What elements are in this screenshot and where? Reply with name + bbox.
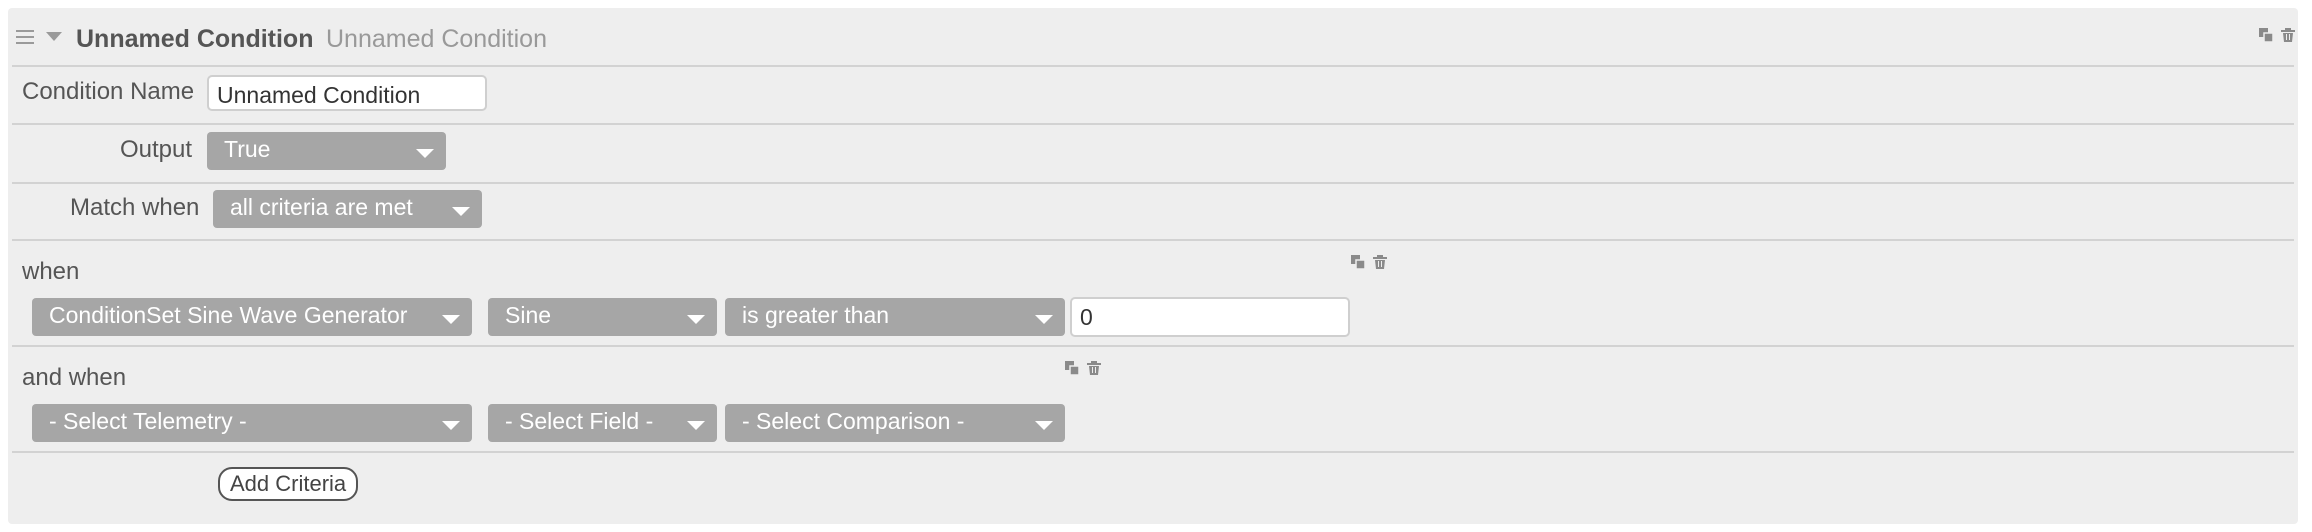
criterion-2-field-select[interactable]: - Select Field - <box>488 404 717 442</box>
duplicate-icon[interactable] <box>1064 360 1080 376</box>
criterion-2-actions <box>1064 360 1102 376</box>
telemetry-select-value: - Select Telemetry - <box>49 408 247 434</box>
output-select[interactable]: True <box>207 132 446 170</box>
comparison-select-value: is greater than <box>742 302 890 328</box>
match-when-select[interactable]: all criteria are met <box>213 190 482 228</box>
chevron-down-icon <box>452 207 470 216</box>
condition-title: Unnamed Condition <box>76 25 314 53</box>
criterion-1-field-select[interactable]: Sine <box>488 298 717 336</box>
output-label: Output <box>120 136 193 163</box>
chevron-down-icon <box>1035 315 1053 324</box>
condition-actions <box>2258 27 2296 43</box>
criterion-2-comparison-select[interactable]: - Select Comparison - <box>725 404 1065 442</box>
match-when-select-value: all criteria are met <box>230 194 413 220</box>
criterion-1-telemetry-select[interactable]: ConditionSet Sine Wave Generator <box>32 298 472 336</box>
collapse-caret-icon[interactable] <box>46 32 62 41</box>
match-when-label: Match when <box>70 194 200 221</box>
chevron-down-icon <box>687 421 705 430</box>
condition-subtitle: Unnamed Condition <box>326 25 547 53</box>
duplicate-icon[interactable] <box>2258 27 2274 43</box>
field-select-value: - Select Field - <box>505 408 654 434</box>
criterion-2-telemetry-select[interactable]: - Select Telemetry - <box>32 404 472 442</box>
chevron-down-icon <box>416 149 434 158</box>
delete-icon[interactable] <box>2280 27 2296 43</box>
criterion-1-label: when <box>22 258 80 285</box>
field-select-value: Sine <box>505 302 552 328</box>
criterion-1-comparison-select[interactable]: is greater than <box>725 298 1065 336</box>
condition-name-input[interactable]: Unnamed Condition <box>207 75 487 111</box>
drag-handle-icon[interactable] <box>16 30 34 44</box>
delete-icon[interactable] <box>1372 254 1388 270</box>
telemetry-select-value: ConditionSet Sine Wave Generator <box>49 302 408 328</box>
chevron-down-icon <box>442 421 460 430</box>
criterion-1-value-input[interactable]: 0 <box>1070 297 1350 337</box>
divider <box>12 65 2294 67</box>
condition-name-label: Condition Name <box>22 78 195 105</box>
chevron-down-icon <box>687 315 705 324</box>
condition-header: Unnamed Condition Unnamed Condition <box>8 8 2298 66</box>
criterion-1-actions <box>1350 254 1388 270</box>
comparison-select-value: - Select Comparison - <box>742 408 965 434</box>
divider <box>12 239 2294 241</box>
chevron-down-icon <box>442 315 460 324</box>
delete-icon[interactable] <box>1086 360 1102 376</box>
divider <box>12 345 2294 347</box>
duplicate-icon[interactable] <box>1350 254 1366 270</box>
divider <box>12 182 2294 184</box>
divider <box>12 123 2294 125</box>
condition-panel: Unnamed Condition Unnamed Condition Cond… <box>8 8 2298 524</box>
divider <box>12 451 2294 453</box>
add-criteria-button[interactable]: Add Criteria <box>218 467 359 501</box>
chevron-down-icon <box>1035 421 1053 430</box>
output-select-value: True <box>224 136 271 162</box>
criterion-2-label: and when <box>22 364 127 391</box>
